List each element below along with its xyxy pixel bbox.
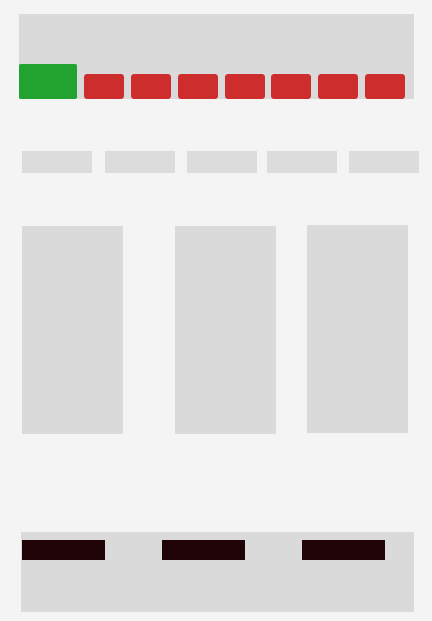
tab-7[interactable]	[318, 74, 358, 99]
content-card-1[interactable]	[22, 226, 123, 434]
content-card-2[interactable]	[175, 226, 276, 434]
filter-chip-2[interactable]	[105, 151, 175, 173]
tab-2[interactable]	[84, 74, 124, 99]
tab-3[interactable]	[131, 74, 171, 99]
tab-8[interactable]	[365, 74, 405, 99]
filter-chip-5[interactable]	[349, 151, 419, 173]
tab-active[interactable]	[19, 64, 77, 99]
footer-button-3[interactable]	[302, 540, 385, 560]
content-card-3[interactable]	[307, 225, 408, 433]
filter-chip-1[interactable]	[22, 151, 92, 173]
tab-6[interactable]	[271, 74, 311, 99]
footer-button-2[interactable]	[162, 540, 245, 560]
tab-5[interactable]	[225, 74, 265, 99]
filter-chip-4[interactable]	[267, 151, 337, 173]
filter-chip-3[interactable]	[187, 151, 257, 173]
footer-button-1[interactable]	[22, 540, 105, 560]
tab-4[interactable]	[178, 74, 218, 99]
